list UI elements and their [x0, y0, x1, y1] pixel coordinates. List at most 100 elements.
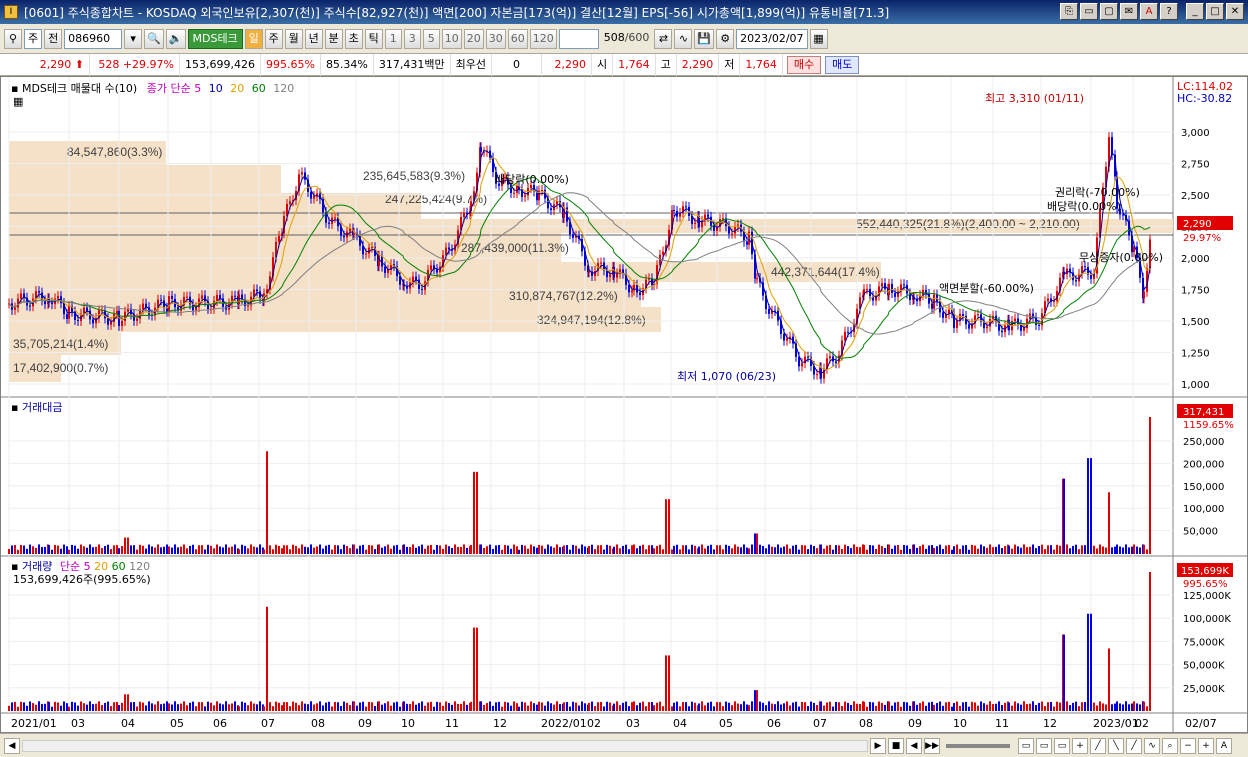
prev-button[interactable]: 전: [44, 28, 63, 49]
period-week[interactable]: 주: [264, 28, 283, 49]
amount-bar: [679, 549, 681, 554]
volume-bar: [765, 705, 767, 711]
sell-button[interactable]: 매도: [825, 55, 860, 74]
period-month[interactable]: 월: [284, 28, 303, 49]
volume-profile-label: 310,874,767(12.2%): [509, 289, 618, 303]
stock-chart[interactable]: 84,547,860(3.3%)235,645,583(9.3%)247,225…: [1, 77, 1247, 732]
minimize-button[interactable]: _: [1186, 3, 1204, 20]
settings-icon[interactable]: ⚙: [716, 28, 735, 49]
amount-bar: [1122, 547, 1124, 554]
amount-bar: [1087, 458, 1089, 554]
interval-10[interactable]: 10: [441, 28, 462, 49]
stop-icon[interactable]: ■: [888, 737, 904, 754]
trend-icon[interactable]: ╱: [1090, 737, 1106, 754]
interval-5[interactable]: 5: [422, 28, 440, 49]
interval-custom-input[interactable]: [558, 28, 599, 49]
link-icon[interactable]: ⎘: [1060, 3, 1078, 20]
period-second[interactable]: 초: [344, 28, 363, 49]
amount-bar: [578, 548, 580, 554]
volume-bar: [897, 701, 899, 711]
period-day[interactable]: 일: [244, 28, 263, 49]
indicator-icon[interactable]: ∿: [674, 28, 693, 49]
interval-1[interactable]: 1: [384, 28, 402, 49]
save-icon[interactable]: 💾: [694, 28, 715, 49]
calendar-icon[interactable]: ▦: [809, 28, 828, 49]
volume-bar: [645, 706, 647, 711]
date-input[interactable]: 2023/02/07: [736, 28, 808, 49]
interval-120[interactable]: 120: [529, 28, 557, 49]
interval-3[interactable]: 3: [403, 28, 421, 49]
chart-tool-icon[interactable]: ⇄: [654, 28, 673, 49]
volume-bar: [820, 701, 822, 711]
amount-bar: [974, 545, 976, 554]
y-tick-label: 75,000K: [1183, 637, 1225, 648]
help-icon[interactable]: ?: [1160, 3, 1178, 20]
period-minute[interactable]: 분: [324, 28, 343, 49]
zoom-slider[interactable]: [946, 743, 1010, 748]
volume-bar: [11, 702, 13, 711]
amount-bar: [399, 549, 401, 554]
view-icon[interactable]: ▭: [1036, 737, 1052, 754]
speaker-icon[interactable]: 🔈: [165, 28, 186, 49]
candle-body: [234, 295, 236, 297]
minimize-tool-icon[interactable]: ▭: [1080, 3, 1098, 20]
volume-profile-label: 442,371,644(17.4%): [771, 265, 880, 279]
market-select[interactable]: 주: [24, 28, 43, 49]
volume-bar: [603, 706, 605, 711]
trend-icon[interactable]: ╱: [1126, 737, 1142, 754]
volume-bar: [219, 703, 221, 711]
maximize-button[interactable]: □: [1206, 3, 1224, 20]
chevron-down-icon[interactable]: ▾: [124, 28, 143, 49]
zoom-icon[interactable]: ⌕: [1162, 737, 1178, 754]
stock-code-input[interactable]: 086960: [64, 28, 123, 49]
candle-body: [1053, 301, 1055, 303]
crosshair-icon[interactable]: +: [1072, 737, 1088, 754]
candle-body: [38, 291, 40, 293]
stock-name-label[interactable]: MDS테크: [187, 28, 243, 49]
step-back-icon[interactable]: ◀: [906, 737, 922, 754]
amount-bar: [633, 544, 635, 554]
amount-bar: [728, 545, 730, 554]
volume-bar: [424, 705, 426, 711]
interval-20[interactable]: 20: [463, 28, 484, 49]
count-input[interactable]: 508/600: [601, 29, 653, 49]
pin-icon[interactable]: ⚲: [4, 28, 22, 49]
candle-body: [588, 271, 590, 273]
volume-bar: [740, 704, 742, 711]
amount-bar: [516, 546, 518, 554]
scroll-left-icon[interactable]: ◀: [4, 737, 20, 754]
period-tick[interactable]: 틱: [364, 28, 383, 49]
trend-icon[interactable]: ╲: [1108, 737, 1124, 754]
restore-tool-icon[interactable]: ▢: [1100, 3, 1118, 20]
volume-bar: [1066, 701, 1068, 711]
amount-bar: [1081, 545, 1083, 554]
mail-icon[interactable]: ✉: [1120, 3, 1138, 20]
buy-button[interactable]: 매수: [786, 55, 822, 74]
play-icon[interactable]: ▶: [870, 737, 886, 754]
volume-bar: [875, 705, 877, 711]
grid-icon[interactable]: ▦: [13, 95, 23, 108]
amount-bar: [130, 545, 132, 554]
interval-60[interactable]: 60: [507, 28, 528, 49]
scroll-track[interactable]: [22, 739, 868, 752]
volume-bar: [965, 701, 967, 711]
view-icon[interactable]: ▭: [1054, 737, 1070, 754]
candle-body: [1143, 291, 1145, 299]
interval-30[interactable]: 30: [485, 28, 506, 49]
volume-bar: [130, 702, 132, 711]
search-icon[interactable]: 🔍: [144, 28, 164, 49]
amount-bar: [894, 545, 896, 554]
minus-icon[interactable]: −: [1180, 737, 1196, 754]
volume-bar: [953, 703, 955, 711]
plus-icon[interactable]: +: [1198, 737, 1214, 754]
volume-bar: [460, 703, 462, 711]
trend-icon[interactable]: ∿: [1144, 737, 1160, 754]
chart-area[interactable]: 84,547,860(3.3%) 235,645,583(9.3%) 247,225…: [0, 76, 1248, 733]
fast-forward-icon[interactable]: ▶▶: [924, 737, 940, 754]
close-button[interactable]: ✕: [1226, 3, 1244, 20]
period-year[interactable]: 년: [304, 28, 323, 49]
x-tick-label: 11: [445, 717, 459, 730]
text-icon[interactable]: A: [1216, 737, 1232, 754]
font-icon[interactable]: A: [1140, 3, 1158, 20]
view-icon[interactable]: ▭: [1018, 737, 1034, 754]
